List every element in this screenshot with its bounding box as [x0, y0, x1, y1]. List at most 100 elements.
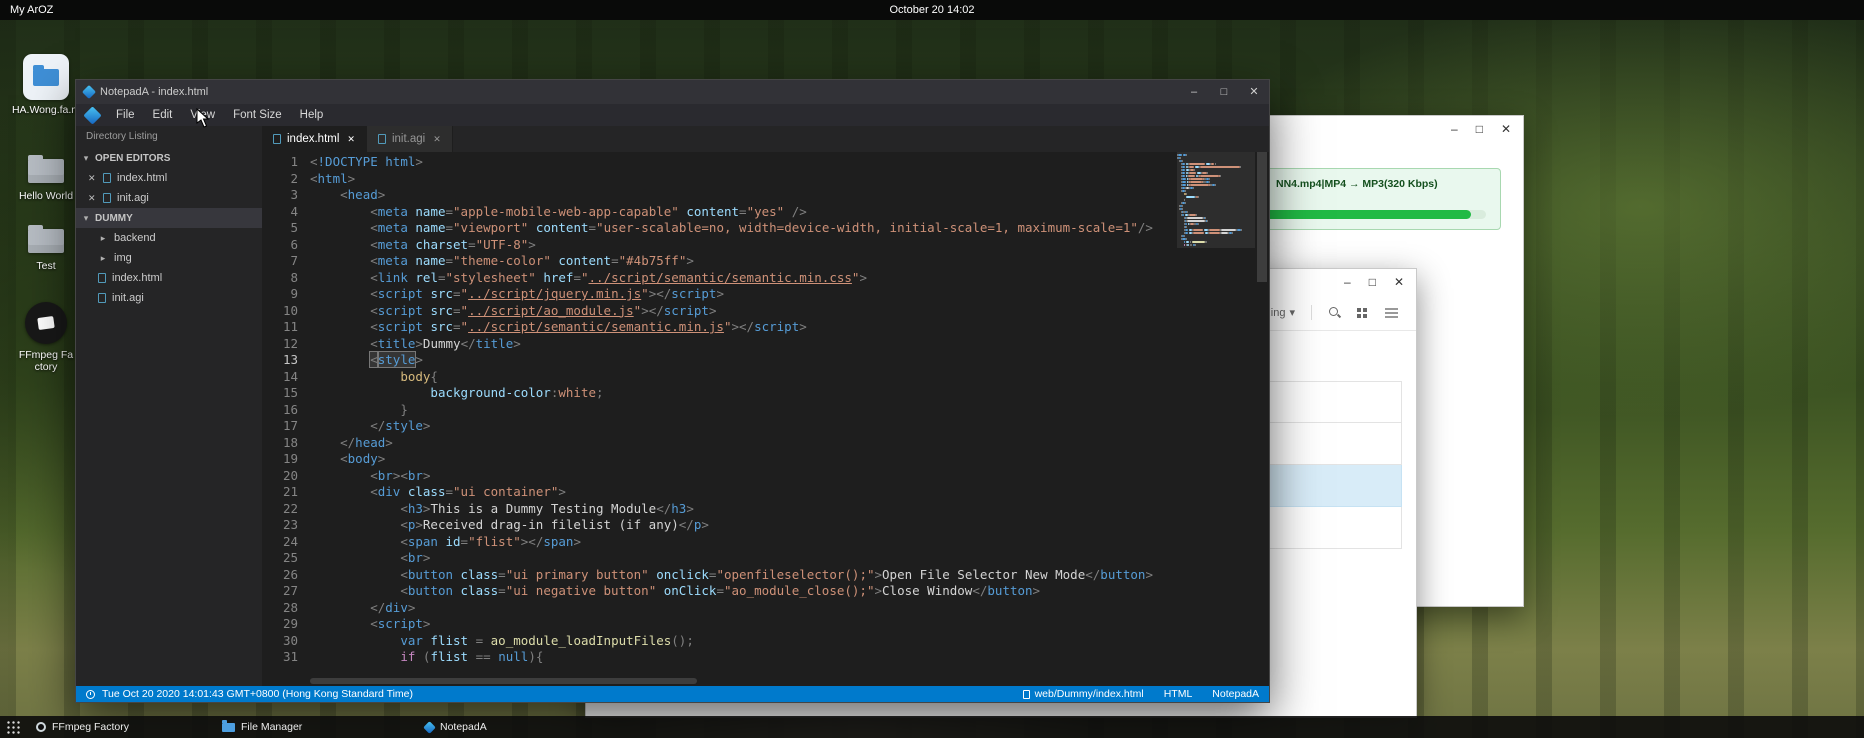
minimap-line [1177, 163, 1255, 165]
tab-index.html[interactable]: index.html✕ [262, 126, 367, 152]
horizontal-scrollbar[interactable] [310, 676, 1169, 686]
minimap-line [1177, 181, 1255, 183]
line-number: 31 [262, 649, 298, 666]
tree-item-backend[interactable]: ▸backend [76, 228, 262, 248]
taskbar-item-ffmpeg-factory[interactable]: FFmpeg Factory [36, 716, 129, 738]
code-line: body{ [310, 369, 1269, 386]
status-filepath[interactable]: web/Dummy/index.html [1035, 688, 1144, 700]
code-line: <meta charset="UTF-8"> [310, 237, 1269, 254]
minimap[interactable] [1177, 154, 1255, 247]
menu-file[interactable]: File [107, 109, 144, 121]
tab-close-icon[interactable]: ✕ [347, 134, 355, 145]
list-view-icon[interactable] [1385, 308, 1398, 318]
notepada-window: NotepadA - index.html – □ ✕ FileEditView… [75, 79, 1270, 703]
taskbar-item-file-manager[interactable]: File Manager [222, 716, 302, 738]
sidebar: Directory Listing ▾OPEN EDITORS✕index.ht… [76, 126, 262, 686]
code-line: <div class="ui container"> [310, 484, 1269, 501]
desktop-icon-label: FFmpeg Fa ctory [8, 349, 84, 373]
open-editor-item[interactable]: ✕init.agi [76, 188, 262, 208]
line-number: 19 [262, 451, 298, 468]
maximize-button[interactable]: □ [1369, 276, 1376, 288]
desktop-icon-3[interactable]: FFmpeg Fa ctory [8, 300, 84, 373]
tree-item-img[interactable]: ▸img [76, 248, 262, 268]
line-number: 8 [262, 270, 298, 287]
start-button app-grid-icon[interactable] [6, 720, 21, 735]
desktop-icon-0[interactable]: HA.Wong.fa.m [8, 54, 84, 116]
code-editor[interactable]: 1234567891011121314151617181920212223242… [262, 152, 1269, 686]
minimap-line [1177, 244, 1255, 246]
desktop-icon-1[interactable]: Hello World [8, 148, 84, 202]
menu-help[interactable]: Help [291, 109, 333, 121]
tree-item-index.html[interactable]: index.html [76, 268, 262, 288]
desktop-icon-2[interactable]: Test [8, 218, 84, 272]
line-number: 11 [262, 319, 298, 336]
code-line: <link rel="stylesheet" href="../script/s… [310, 270, 1269, 287]
taskbar-item-label: FFmpeg Factory [52, 721, 129, 733]
code-line: <meta name="theme-color" content="#4b75f… [310, 253, 1269, 270]
line-number: 1 [262, 154, 298, 171]
code-line: <html> [310, 171, 1269, 188]
notepada-titlebar[interactable]: NotepadA - index.html – □ ✕ [76, 80, 1269, 104]
minimap-line [1177, 199, 1255, 201]
minimap-line [1177, 160, 1255, 162]
section-label: DUMMY [95, 213, 133, 224]
minimap-line [1177, 217, 1255, 219]
tree-item-init.agi[interactable]: init.agi [76, 288, 262, 308]
tab-close-icon[interactable]: ✕ [433, 134, 441, 145]
maximize-button[interactable]: □ [1209, 87, 1239, 98]
close-button[interactable]: ✕ [1394, 276, 1404, 288]
menu-font-size[interactable]: Font Size [224, 109, 291, 121]
taskbar-item-notepada[interactable]: NotepadA [425, 716, 487, 738]
film-icon [37, 316, 55, 330]
minimap-line [1177, 175, 1255, 177]
code-line: <br><br> [310, 468, 1269, 485]
minimap-line [1177, 229, 1255, 231]
minimize-button[interactable]: – [1179, 87, 1209, 98]
menu-edit[interactable]: Edit [144, 109, 182, 121]
close-icon[interactable]: ✕ [88, 193, 97, 204]
section-dummy[interactable]: ▾DUMMY [76, 208, 262, 228]
desktop-icon-label: Test [8, 260, 84, 272]
window-title: NotepadA - index.html [100, 86, 208, 98]
code-line: background-color:white; [310, 385, 1269, 402]
line-number: 5 [262, 220, 298, 237]
search-icon[interactable] [1328, 306, 1341, 319]
code-line: } [310, 402, 1269, 419]
file-icon [98, 293, 106, 303]
file-icon [98, 273, 106, 283]
minimap-line [1177, 205, 1255, 207]
close-button[interactable]: ✕ [1239, 87, 1269, 98]
minimap-line [1177, 178, 1255, 180]
open-editor-item[interactable]: ✕index.html [76, 168, 262, 188]
close-button[interactable]: ✕ [1501, 123, 1511, 135]
vertical-scrollbar[interactable] [1255, 152, 1269, 686]
close-icon[interactable]: ✕ [88, 173, 97, 184]
code-line: <p>Received drag-in filelist (if any)</p… [310, 517, 1269, 534]
minimap-line [1177, 211, 1255, 213]
code-lines[interactable]: <!DOCTYPE html><html> <head> <meta name=… [310, 152, 1269, 686]
chevron-right-icon: ▸ [98, 233, 108, 244]
minimize-button[interactable]: – [1344, 276, 1351, 288]
maximize-button[interactable]: □ [1476, 123, 1483, 135]
status-bar: Tue Oct 20 2020 14:01:43 GMT+0800 (Hong … [76, 686, 1269, 702]
line-number: 28 [262, 600, 298, 617]
grid-view-icon[interactable] [1357, 308, 1361, 312]
desktop-icons: HA.Wong.fa.m Hello World Test FFmpeg Fa cto… [8, 20, 84, 708]
line-number: 12 [262, 336, 298, 353]
section-open-editors[interactable]: ▾OPEN EDITORS [76, 148, 262, 168]
line-number: 3 [262, 187, 298, 204]
line-number: 24 [262, 534, 298, 551]
minimap-line [1177, 241, 1255, 243]
code-line: <meta name="viewport" content="user-scal… [310, 220, 1269, 237]
minimap-line [1177, 169, 1255, 171]
notepada-logo-icon [82, 85, 96, 99]
tab-init.agi[interactable]: init.agi✕ [367, 126, 453, 152]
minimize-button[interactable]: – [1451, 123, 1458, 135]
code-line: if (flist == null){ [310, 649, 1269, 666]
line-number: 16 [262, 402, 298, 419]
chevron-down-icon: ▾ [81, 153, 91, 164]
mouse-cursor [196, 108, 210, 128]
code-line: <style> [310, 352, 1269, 369]
status-language[interactable]: HTML [1164, 688, 1193, 700]
line-number: 29 [262, 616, 298, 633]
